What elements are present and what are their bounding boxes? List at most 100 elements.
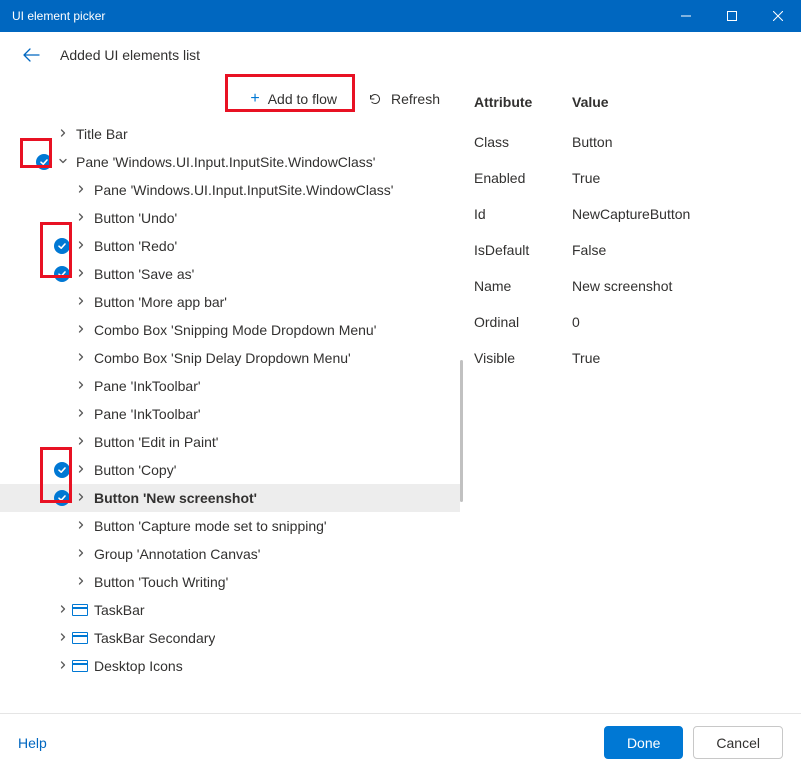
tree-row[interactable]: Title Bar <box>0 120 460 148</box>
window-minimize-button[interactable] <box>663 0 709 32</box>
tree-row[interactable]: Button 'Redo' <box>0 232 460 260</box>
tree-row[interactable]: Button 'Copy' <box>0 456 460 484</box>
chevron-right-icon[interactable] <box>74 352 88 365</box>
attribute-row: EnabledTrue <box>474 160 787 196</box>
tree-item-label: Title Bar <box>76 126 128 142</box>
tree-row[interactable]: Button 'Undo' <box>0 204 460 232</box>
attribute-name: Visible <box>474 350 572 366</box>
refresh-label: Refresh <box>391 91 440 107</box>
chevron-right-icon[interactable] <box>74 212 88 225</box>
back-button[interactable] <box>22 46 40 64</box>
tree-item-label: Button 'Touch Writing' <box>94 574 228 590</box>
tree-item-label: Pane 'InkToolbar' <box>94 406 201 422</box>
chevron-right-icon[interactable] <box>74 464 88 477</box>
tree-row[interactable]: Pane 'Windows.UI.Input.InputSite.WindowC… <box>0 148 460 176</box>
tree-row[interactable]: Button 'Touch Writing' <box>0 568 460 596</box>
window-maximize-button[interactable] <box>709 0 755 32</box>
attribute-value: 0 <box>572 314 580 330</box>
tree-row[interactable]: Combo Box 'Snipping Mode Dropdown Menu' <box>0 316 460 344</box>
window-icon <box>72 604 88 616</box>
attribute-name: Name <box>474 278 572 294</box>
chevron-right-icon[interactable] <box>74 492 88 505</box>
plus-icon: + <box>250 90 259 108</box>
window-icon <box>72 632 88 644</box>
selected-badge-icon <box>54 238 70 254</box>
ui-elements-tree[interactable]: Title Bar Pane 'Windows.UI.Input.InputSit… <box>0 120 460 713</box>
tree-item-label: Button 'Save as' <box>94 266 194 282</box>
tree-row[interactable]: Group 'Annotation Canvas' <box>0 540 460 568</box>
chevron-right-icon[interactable] <box>74 240 88 253</box>
left-toolbar: + Add to flow Refresh <box>0 78 460 120</box>
attribute-name: Enabled <box>474 170 572 186</box>
tree-item-label: Button 'Capture mode set to snipping' <box>94 518 327 534</box>
tree-row[interactable]: TaskBar <box>0 596 460 624</box>
chevron-right-icon[interactable] <box>74 576 88 589</box>
chevron-right-icon[interactable] <box>74 296 88 309</box>
attr-header-value: Value <box>572 94 609 110</box>
tree-row[interactable]: Combo Box 'Snip Delay Dropdown Menu' <box>0 344 460 372</box>
tree-item-label: Button 'Copy' <box>94 462 176 478</box>
tree-item-label: Combo Box 'Snipping Mode Dropdown Menu' <box>94 322 376 338</box>
tree-item-label: Combo Box 'Snip Delay Dropdown Menu' <box>94 350 351 366</box>
attribute-row: Ordinal0 <box>474 304 787 340</box>
window-icon <box>72 660 88 672</box>
chevron-right-icon[interactable] <box>74 380 88 393</box>
tree-item-label: Pane 'Windows.UI.Input.InputSite.WindowC… <box>94 182 393 198</box>
cancel-button[interactable]: Cancel <box>693 726 783 759</box>
chevron-right-icon[interactable] <box>74 268 88 281</box>
tree-row[interactable]: TaskBar Secondary <box>0 624 460 652</box>
tree-item-label: TaskBar Secondary <box>94 630 215 646</box>
attribute-name: IsDefault <box>474 242 572 258</box>
tree-row[interactable]: Button 'Save as' <box>0 260 460 288</box>
attribute-name: Class <box>474 134 572 150</box>
attribute-row: IsDefaultFalse <box>474 232 787 268</box>
attributes-header: Attribute Value <box>474 94 787 124</box>
tree-row[interactable]: Desktop Icons <box>0 652 460 680</box>
attribute-name: Ordinal <box>474 314 572 330</box>
left-pane: + Add to flow Refresh Title Bar Pane 'Win… <box>0 78 460 713</box>
help-link[interactable]: Help <box>18 735 47 751</box>
tree-row[interactable]: Button 'Capture mode set to snipping' <box>0 512 460 540</box>
page-header: Added UI elements list <box>0 32 801 78</box>
page-title: Added UI elements list <box>60 47 200 63</box>
attribute-row: VisibleTrue <box>474 340 787 376</box>
tree-item-label: Desktop Icons <box>94 658 183 674</box>
attributes-pane: Attribute Value ClassButtonEnabledTrueId… <box>460 78 801 713</box>
chevron-right-icon[interactable] <box>74 520 88 533</box>
tree-row[interactable]: Pane 'Windows.UI.Input.InputSite.WindowC… <box>0 176 460 204</box>
attribute-value: Button <box>572 134 612 150</box>
refresh-button[interactable]: Refresh <box>361 86 446 112</box>
selected-badge-icon <box>54 490 70 506</box>
chevron-right-icon[interactable] <box>56 660 70 673</box>
chevron-right-icon[interactable] <box>74 184 88 197</box>
chevron-right-icon[interactable] <box>56 632 70 645</box>
chevron-right-icon[interactable] <box>56 604 70 617</box>
chevron-down-icon[interactable] <box>56 156 70 169</box>
window-close-button[interactable] <box>755 0 801 32</box>
attribute-value: NewCaptureButton <box>572 206 690 222</box>
attr-header-attribute: Attribute <box>474 94 572 110</box>
tree-row[interactable]: Pane 'InkToolbar' <box>0 372 460 400</box>
attribute-row: IdNewCaptureButton <box>474 196 787 232</box>
chevron-right-icon[interactable] <box>56 128 70 141</box>
footer-bar: Help Done Cancel <box>0 713 801 771</box>
tree-row[interactable]: Button 'Edit in Paint' <box>0 428 460 456</box>
add-to-flow-button[interactable]: + Add to flow <box>244 86 343 112</box>
tree-row[interactable]: Pane 'InkToolbar' <box>0 400 460 428</box>
chevron-right-icon[interactable] <box>74 548 88 561</box>
attribute-value: New screenshot <box>572 278 672 294</box>
refresh-icon <box>367 91 383 107</box>
chevron-right-icon[interactable] <box>74 408 88 421</box>
tree-item-label: Pane 'Windows.UI.Input.InputSite.WindowC… <box>76 154 375 170</box>
chevron-right-icon[interactable] <box>74 436 88 449</box>
tree-item-label: Button 'More app bar' <box>94 294 227 310</box>
done-button[interactable]: Done <box>604 726 683 759</box>
attribute-value: True <box>572 350 600 366</box>
chevron-right-icon[interactable] <box>74 324 88 337</box>
tree-item-label: Button 'New screenshot' <box>94 490 257 506</box>
tree-item-label: Button 'Undo' <box>94 210 177 226</box>
window-titlebar: UI element picker <box>0 0 801 32</box>
tree-item-label: TaskBar <box>94 602 145 618</box>
tree-row[interactable]: Button 'New screenshot' <box>0 484 460 512</box>
tree-row[interactable]: Button 'More app bar' <box>0 288 460 316</box>
